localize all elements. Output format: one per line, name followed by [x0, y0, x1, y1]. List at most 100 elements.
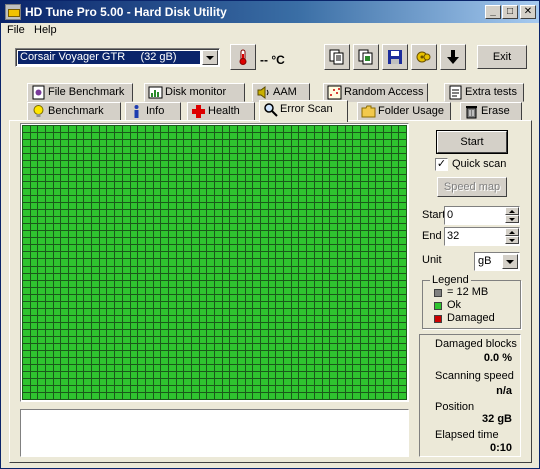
tab-extra-tests[interactable]: Extra tests [444, 83, 524, 102]
scan-block [23, 196, 30, 203]
scan-block [130, 371, 138, 378]
scan-block [84, 231, 92, 238]
scan-block [368, 259, 376, 266]
scan-block [391, 147, 399, 154]
tab-label: Extra tests [465, 86, 517, 98]
scan-block [368, 294, 376, 301]
scan-block [76, 280, 84, 287]
copy-text-button[interactable] [324, 44, 350, 70]
scan-block [360, 315, 368, 322]
scan-block [138, 287, 145, 294]
chevron-down-icon[interactable] [502, 254, 518, 269]
scan-block [168, 203, 176, 210]
scan-block [53, 280, 61, 287]
title-bar[interactable]: HD Tune Pro 5.00 - Hard Disk Utility _ □… [1, 1, 539, 23]
maximize-button[interactable]: □ [502, 5, 518, 19]
end-position-input[interactable]: 32 [444, 227, 520, 246]
scan-block [253, 385, 261, 392]
options-button[interactable] [411, 44, 437, 70]
drive-select[interactable]: Corsair Voyager GTR (32 gB) [15, 48, 220, 67]
scan-block [399, 231, 406, 238]
scan-block [107, 385, 115, 392]
tab-file-benchmark[interactable]: File Benchmark [27, 83, 133, 102]
scan-block [238, 182, 245, 189]
scan-block [46, 301, 53, 308]
scan-block [107, 196, 115, 203]
exit-button[interactable]: Exit [477, 45, 527, 69]
scan-block [207, 189, 214, 196]
speed-map-button[interactable]: Speed map [437, 177, 507, 197]
scan-block [383, 126, 391, 133]
copy-image-button[interactable] [353, 44, 379, 70]
scan-block [330, 189, 337, 196]
scan-block [230, 378, 238, 385]
scan-block [176, 217, 184, 224]
tab-folder-usage[interactable]: Folder Usage [357, 102, 451, 121]
scan-block [360, 168, 368, 175]
scan-block [230, 182, 238, 189]
scan-block [222, 357, 230, 364]
scan-block [168, 168, 176, 175]
scan-block [69, 231, 76, 238]
scan-block [184, 126, 191, 133]
minimize-button[interactable]: _ [485, 5, 501, 19]
start-position-input[interactable]: 0 [444, 206, 520, 225]
end-spinner[interactable] [505, 228, 519, 245]
scan-block [314, 371, 322, 378]
drive-name: Corsair Voyager GTR [20, 51, 126, 63]
scan-block [191, 322, 199, 329]
scan-block [30, 371, 38, 378]
scan-block [268, 168, 276, 175]
tab-health[interactable]: Health [187, 102, 255, 121]
scan-block [222, 217, 230, 224]
scan-block [30, 161, 38, 168]
start-button[interactable]: Start [436, 130, 508, 154]
scan-block [222, 364, 230, 371]
scan-block [69, 147, 76, 154]
start-spinner[interactable] [505, 207, 519, 224]
quick-scan-checkbox[interactable]: ✓ [435, 158, 448, 171]
scan-block [53, 245, 61, 252]
tab-erase[interactable]: Erase [460, 102, 522, 121]
scan-block [130, 336, 138, 343]
scan-block [23, 189, 30, 196]
scan-block [207, 385, 214, 392]
close-button[interactable]: ✕ [520, 5, 536, 19]
tab-disk-monitor[interactable]: Disk monitor [144, 83, 245, 102]
scan-block [245, 154, 253, 161]
scan-block [107, 175, 115, 182]
scan-block [238, 329, 245, 336]
scan-block [345, 231, 353, 238]
unit-select[interactable]: gB [474, 252, 520, 271]
temperature-button[interactable] [230, 44, 256, 70]
scan-block [138, 252, 145, 259]
download-button[interactable] [440, 44, 466, 70]
menu-help[interactable]: Help [34, 24, 57, 36]
tab-info[interactable]: Info [125, 102, 181, 121]
scan-block [184, 308, 191, 315]
scan-block [53, 322, 61, 329]
scan-block [322, 301, 330, 308]
scan-block [69, 133, 76, 140]
scan-block [353, 147, 360, 154]
scan-block [391, 161, 399, 168]
scan-block [376, 371, 383, 378]
menu-file[interactable]: File [7, 24, 25, 36]
chevron-down-icon[interactable] [202, 50, 218, 65]
scan-block [268, 203, 276, 210]
scan-block [276, 322, 284, 329]
scan-block [268, 175, 276, 182]
scanning-speed-label: Scanning speed [435, 370, 514, 382]
spin-down-icon[interactable] [505, 236, 519, 244]
spin-down-icon[interactable] [505, 215, 519, 223]
scan-block [122, 392, 130, 399]
tab-benchmark[interactable]: Benchmark [27, 102, 121, 121]
scan-block [115, 231, 122, 238]
scan-block [314, 378, 322, 385]
save-button[interactable] [382, 44, 408, 70]
scan-block [337, 350, 345, 357]
spin-up-icon[interactable] [505, 207, 519, 215]
scan-block [284, 217, 291, 224]
spin-up-icon[interactable] [505, 228, 519, 236]
tab-error-scan[interactable]: Error Scan [259, 100, 348, 122]
